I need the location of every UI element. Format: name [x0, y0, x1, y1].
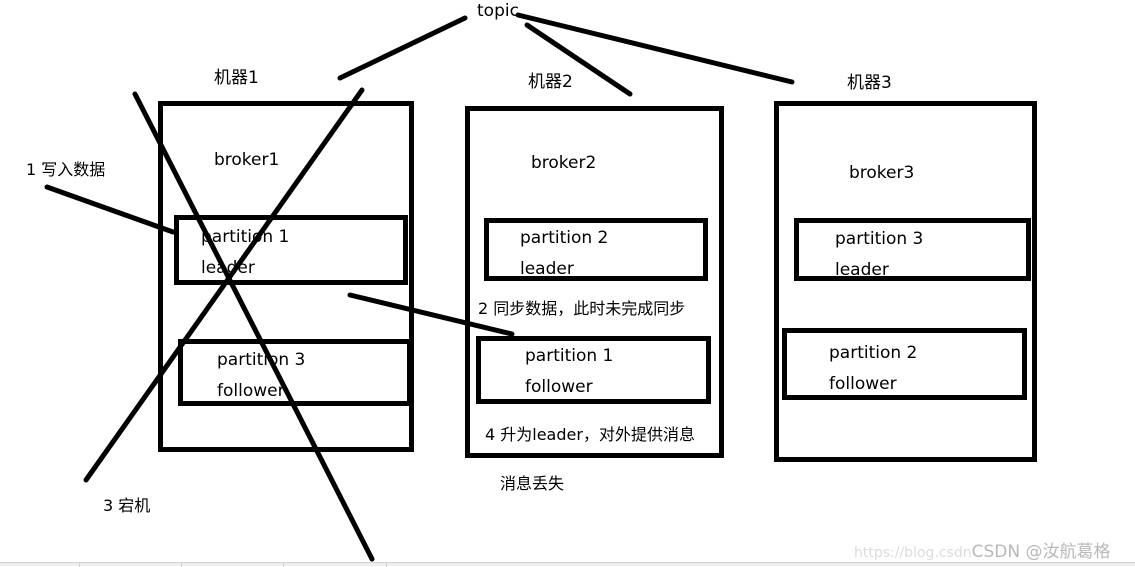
machine3-partition2-box — [782, 328, 1027, 400]
strip-divider — [181, 563, 182, 567]
watermark-url: https://blog.csdn — [854, 545, 972, 561]
machine2-partition1-name: partition 1 — [525, 346, 614, 366]
machine1-label: 机器1 — [214, 68, 259, 88]
topic-to-machine1-line — [337, 15, 468, 81]
topic-label: topic — [477, 1, 519, 21]
machine1-partition1-role: leader — [201, 258, 255, 278]
watermark: https://blog.csdnCSDN @汝航葛格 — [854, 537, 1111, 562]
write-data-annotation: 1 写入数据 — [26, 160, 106, 179]
watermark-brand: CSDN @汝航葛格 — [971, 542, 1111, 562]
machine3-label: 机器3 — [847, 73, 892, 93]
machine2-partition2-name: partition 2 — [520, 228, 609, 248]
promote-leader-annotation: 4 升为leader，对外提供消息 — [485, 425, 695, 444]
machine2-label: 机器2 — [528, 72, 573, 92]
broker1-label: broker1 — [214, 150, 280, 170]
broker2-label: broker2 — [531, 153, 597, 173]
machine1-partition3-name: partition 3 — [217, 350, 306, 370]
machine2-partition2-role: leader — [520, 259, 574, 279]
machine2-partition1-role: follower — [525, 377, 593, 397]
write-data-arrow-line — [44, 184, 176, 235]
strip-divider — [79, 563, 80, 567]
bottom-strip — [0, 562, 1135, 567]
machine1-partition1-name: partition 1 — [201, 227, 290, 247]
message-loss-label: 消息丢失 — [500, 474, 565, 493]
machine1-partition3-role: follower — [217, 381, 285, 401]
machine3-partition3-box — [794, 218, 1031, 281]
crash-annotation: 3 宕机 — [103, 496, 151, 515]
strip-divider — [386, 563, 387, 567]
sync-data-annotation: 2 同步数据，此时未完成同步 — [478, 299, 686, 318]
strip-divider — [283, 563, 284, 567]
machine3-box — [774, 101, 1037, 462]
machine3-partition2-role: follower — [829, 374, 897, 394]
broker3-label: broker3 — [849, 163, 915, 183]
machine3-partition3-role: leader — [835, 260, 889, 280]
machine3-partition3-name: partition 3 — [835, 229, 924, 249]
machine3-partition2-name: partition 2 — [829, 343, 918, 363]
